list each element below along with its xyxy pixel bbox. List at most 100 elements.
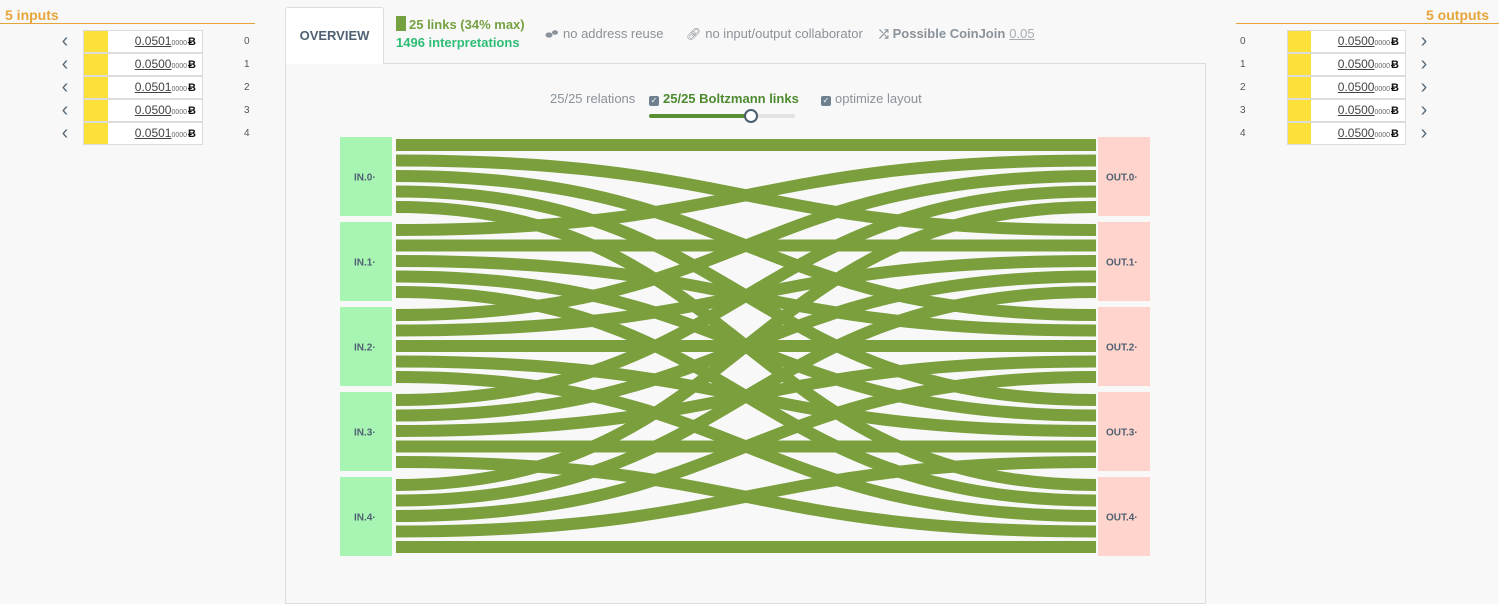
outputs-title: 5 outputs: [1236, 0, 1499, 24]
chevron-right-icon[interactable]: ›: [1414, 30, 1434, 53]
amount-bar: [1288, 77, 1312, 98]
amount-value: 0.05000000Ƀ: [1338, 123, 1399, 144]
input-node-label: IN.4·: [354, 513, 376, 524]
btc-unit-icon: Ƀ: [188, 36, 196, 48]
amount-value: 0.05000000Ƀ: [1338, 54, 1399, 75]
inputs-title: 5 inputs: [0, 0, 255, 24]
input-index: 4: [244, 128, 250, 139]
inputs-panel: 5 inputs: [0, 0, 255, 24]
btc-unit-icon: Ƀ: [188, 105, 196, 117]
links-group: [395, 139, 1097, 553]
input-node-label: IN.1·: [354, 258, 376, 269]
output-index: 2: [1240, 82, 1246, 93]
chevron-left-icon[interactable]: ‹: [55, 30, 75, 53]
input-node-label: IN.2·: [354, 343, 376, 354]
chevron-left-icon[interactable]: ‹: [55, 99, 75, 122]
chevron-right-icon[interactable]: ›: [1414, 122, 1434, 145]
amount-satoshi: 0000: [171, 40, 188, 47]
boltzmann-toggle[interactable]: ✓ 25/25 Boltzmann links: [649, 91, 799, 106]
amount-main: 0.0500: [1337, 126, 1375, 140]
amount-bar: [1288, 31, 1312, 52]
input-row[interactable]: ‹ 0.05010000Ƀ 4: [0, 122, 255, 145]
btc-unit-icon: Ƀ: [1391, 128, 1399, 140]
amount-value: 0.05000000Ƀ: [1338, 31, 1399, 52]
amount-bar: [1288, 54, 1312, 75]
amount-satoshi: 0000: [1374, 109, 1391, 116]
amount-value: 0.05000000Ƀ: [135, 54, 196, 75]
tab-overview[interactable]: OVERVIEW: [285, 7, 384, 64]
links-count: 25 links (34% max): [409, 17, 525, 32]
input-amount[interactable]: 0.05010000Ƀ: [83, 122, 203, 145]
links-color-swatch: [396, 16, 406, 31]
output-amount[interactable]: 0.05000000Ƀ: [1287, 76, 1406, 99]
amount-value: 0.05000000Ƀ: [135, 100, 196, 121]
checkbox-icon[interactable]: ✓: [821, 96, 831, 106]
amount-main: 0.0500: [134, 57, 172, 71]
output-row[interactable]: › 0.05000000Ƀ 4: [1236, 122, 1499, 145]
btc-unit-icon: Ƀ: [1391, 36, 1399, 48]
input-amount[interactable]: 0.05010000Ƀ: [83, 30, 203, 53]
chevron-right-icon[interactable]: ›: [1414, 99, 1434, 122]
input-row[interactable]: ‹ 0.05010000Ƀ 2: [0, 76, 255, 99]
amount-bar: [1288, 100, 1312, 121]
input-amount[interactable]: 0.05010000Ƀ: [83, 76, 203, 99]
amount-satoshi: 0000: [1374, 63, 1391, 70]
heuristic-coinjoin[interactable]: ⤮ Possible CoinJoin 0.05: [879, 26, 1035, 42]
output-row[interactable]: › 0.05000000Ƀ 3: [1236, 99, 1499, 122]
chevron-right-icon[interactable]: ›: [1414, 53, 1434, 76]
output-row[interactable]: › 0.05000000Ƀ 1: [1236, 53, 1499, 76]
input-amount[interactable]: 0.05000000Ƀ: [83, 53, 203, 76]
input-amount[interactable]: 0.05000000Ƀ: [83, 99, 203, 122]
amount-value: 0.05010000Ƀ: [135, 77, 196, 98]
links-summary: 25 links (34% max) 1496 interpretations: [396, 16, 525, 52]
btc-unit-icon: Ƀ: [1391, 82, 1399, 94]
chevron-left-icon[interactable]: ‹: [55, 53, 75, 76]
amount-value: 0.05000000Ƀ: [1338, 100, 1399, 121]
output-node-label: OUT.1·: [1106, 258, 1138, 269]
heuristic-label: no input/output collaborator: [705, 26, 863, 41]
input-index: 3: [244, 105, 250, 116]
interpretations-count: 1496 interpretations: [396, 35, 520, 50]
chevron-left-icon[interactable]: ‹: [55, 76, 75, 99]
output-amount[interactable]: 0.05000000Ƀ: [1287, 99, 1406, 122]
output-row[interactable]: › 0.05000000Ƀ 0: [1236, 30, 1499, 53]
btc-unit-icon: Ƀ: [1391, 105, 1399, 117]
relations-toggle[interactable]: 25/25 relations: [550, 91, 635, 106]
amount-bar: [1288, 123, 1312, 144]
outputs-panel: 5 outputs: [1236, 0, 1499, 24]
btc-unit-icon: Ƀ: [188, 59, 196, 71]
coinjoin-score[interactable]: 0.05: [1009, 26, 1034, 41]
output-amount[interactable]: 0.05000000Ƀ: [1287, 30, 1406, 53]
output-node-label: OUT.3·: [1106, 428, 1138, 439]
output-row[interactable]: › 0.05000000Ƀ 2: [1236, 76, 1499, 99]
heuristic-collaborator[interactable]: 🔗︎ no input/output collaborator: [686, 26, 863, 41]
output-amount[interactable]: 0.05000000Ƀ: [1287, 53, 1406, 76]
amount-bar: [84, 54, 108, 75]
amount-main: 0.0500: [1337, 57, 1375, 71]
shuffle-icon: ⤮: [879, 27, 889, 41]
output-amount[interactable]: 0.05000000Ƀ: [1287, 122, 1406, 145]
output-index: 1: [1240, 59, 1246, 70]
optimize-toggle[interactable]: ✓ optimize layout: [821, 91, 922, 106]
optimize-label: optimize layout: [835, 91, 922, 106]
input-row[interactable]: ‹ 0.05000000Ƀ 1: [0, 53, 255, 76]
input-row[interactable]: ‹ 0.05010000Ƀ 0: [0, 30, 255, 53]
footprint-icon: [545, 30, 558, 38]
checkbox-icon[interactable]: ✓: [649, 96, 659, 106]
amount-value: 0.05010000Ƀ: [135, 123, 196, 144]
input-index: 2: [244, 82, 250, 93]
amount-bar: [84, 100, 108, 121]
chevron-right-icon[interactable]: ›: [1414, 76, 1434, 99]
links-slider[interactable]: [649, 109, 795, 123]
chevron-left-icon[interactable]: ‹: [55, 122, 75, 145]
amount-satoshi: 0000: [171, 109, 188, 116]
input-row[interactable]: ‹ 0.05000000Ƀ 3: [0, 99, 255, 122]
output-index: 0: [1240, 36, 1246, 47]
slider-fill: [649, 114, 752, 118]
boltzmann-label: 25/25 Boltzmann links: [663, 91, 799, 106]
heuristic-address-reuse[interactable]: no address reuse: [545, 26, 663, 41]
amount-main: 0.0500: [134, 103, 172, 117]
output-node-label: OUT.4·: [1106, 513, 1138, 524]
amount-value: 0.05010000Ƀ: [135, 31, 196, 52]
amount-satoshi: 0000: [171, 86, 188, 93]
